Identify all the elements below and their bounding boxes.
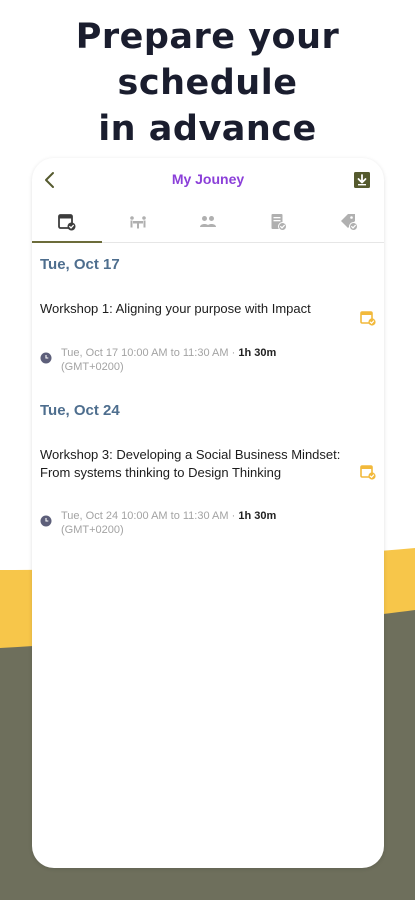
calendar-check-icon [58,214,76,231]
add-to-calendar-icon[interactable] [360,464,376,480]
headline-line-3: in advance [98,109,317,149]
people-group-icon [200,216,217,227]
tab-contacts[interactable] [173,202,243,242]
session-duration: 1h 30m [238,510,277,522]
app-bar: My Jouney [32,158,384,202]
session-time-range: Tue, Oct 17 10:00 AM to 11:30 AM · [61,347,239,359]
session-timezone: (GMT+0200) [61,524,124,536]
tab-offers[interactable] [314,202,384,242]
add-to-calendar-icon[interactable] [360,310,376,326]
tab-bar [32,202,384,243]
app-title: My Jouney [171,171,245,187]
document-check-icon [271,214,288,231]
headline-line-1: Prepare your [75,17,340,57]
headline-line-2: schedule [117,63,298,103]
session-title[interactable]: Workshop 3: Developing a Social Business… [40,446,344,481]
session-time-range: Tue, Oct 24 10:00 AM to 11:30 AM · [61,510,239,522]
tab-my-schedule[interactable] [32,202,103,243]
meeting-table-icon [129,216,146,229]
tab-meetings[interactable] [102,202,172,242]
tab-documents[interactable] [243,202,313,242]
download-icon[interactable] [352,170,372,190]
headline: Prepare your schedule in advance [0,14,415,152]
session-timezone: (GMT+0200) [61,361,124,373]
clock-icon [40,515,52,527]
clock-icon [40,352,52,364]
tag-check-icon [340,214,358,231]
session-duration: 1h 30m [238,347,277,359]
session-title[interactable]: Workshop 1: Aligning your purpose with I… [40,300,344,318]
day-header: Tue, Oct 24 [40,402,120,419]
day-header: Tue, Oct 17 [40,256,120,273]
phone-screen: My Jouney Tue, Oct 17 Workshop 1: Aligni… [32,158,384,868]
